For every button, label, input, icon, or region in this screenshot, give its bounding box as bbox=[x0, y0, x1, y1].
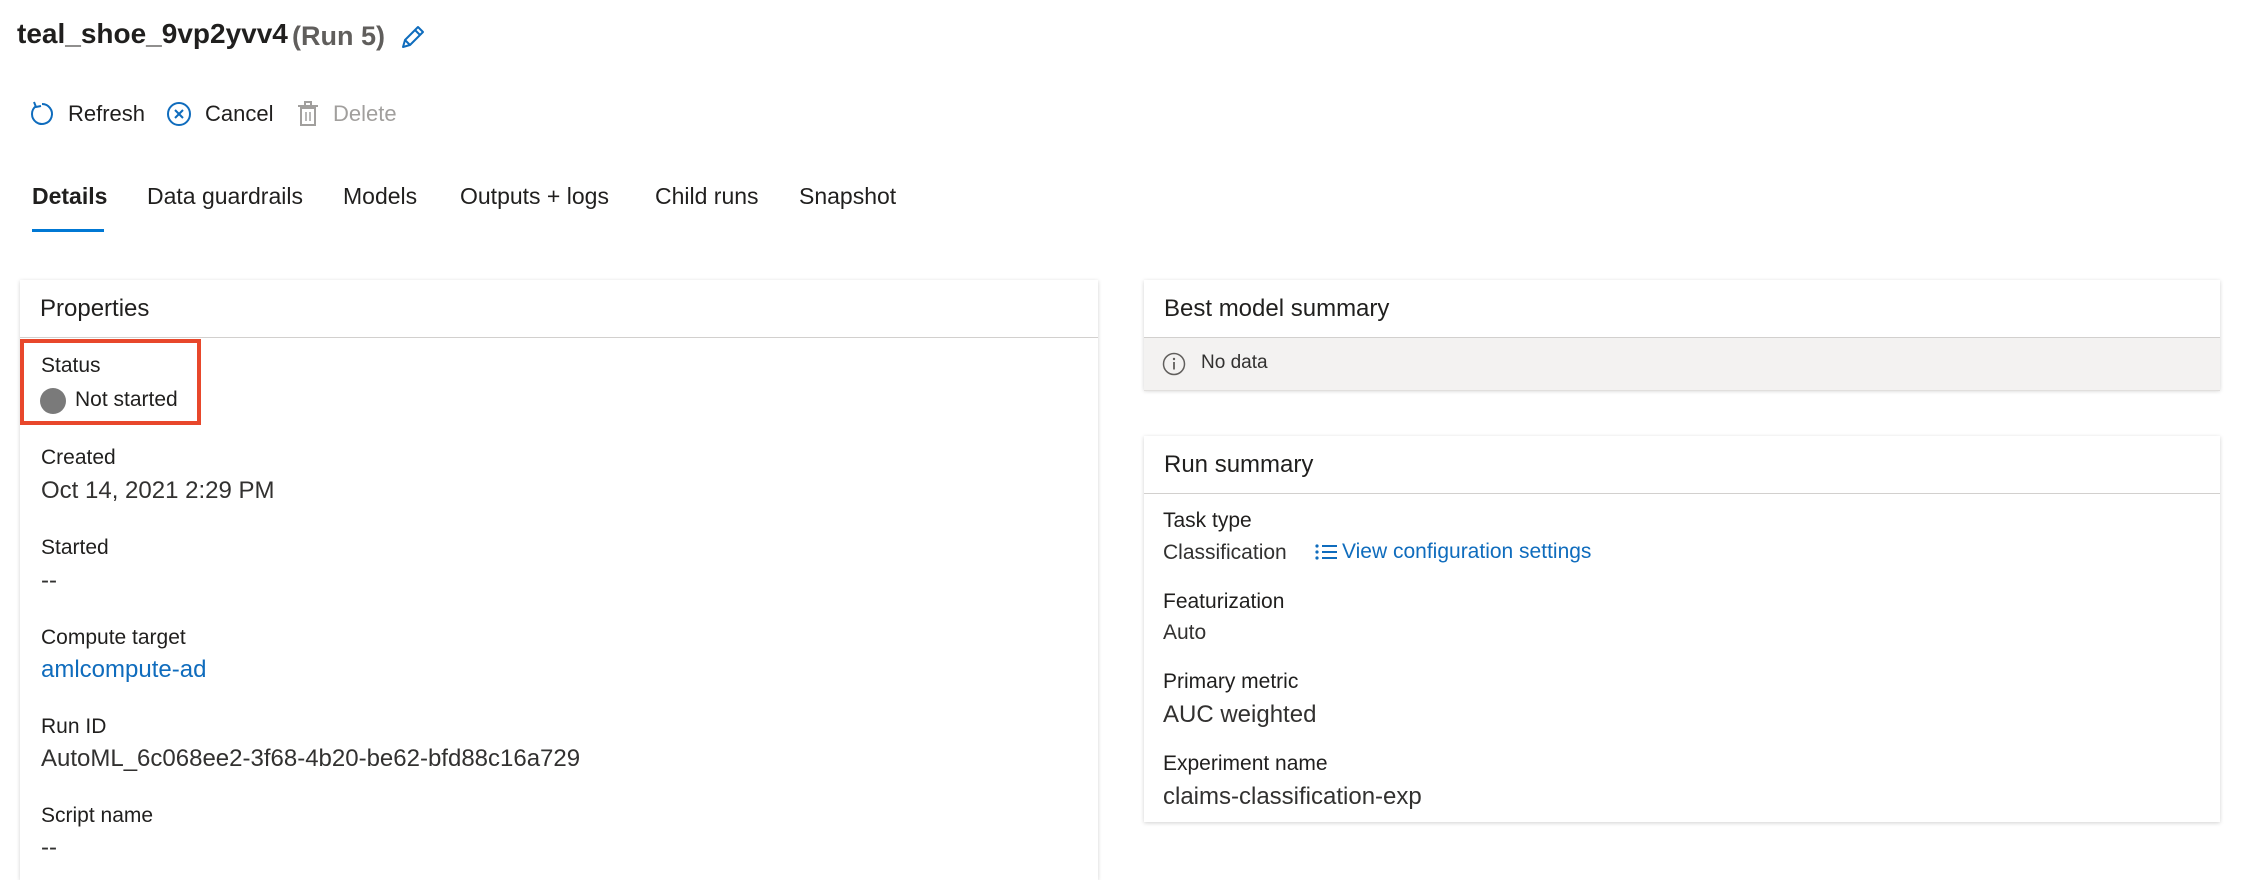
properties-header: Properties bbox=[20, 280, 1098, 338]
tab-models[interactable]: Models bbox=[343, 183, 417, 210]
run-summary-title: Run summary bbox=[1164, 451, 1314, 478]
cancel-icon bbox=[167, 102, 191, 126]
created-value: Oct 14, 2021 2:29 PM bbox=[41, 477, 275, 504]
no-data-message-bar: No data bbox=[1144, 338, 2220, 391]
list-settings-icon bbox=[1315, 544, 1337, 560]
script-name-label: Script name bbox=[41, 804, 154, 827]
info-icon bbox=[1162, 352, 1186, 376]
page-title: teal_shoe_9vp2yvv4 bbox=[17, 18, 288, 49]
refresh-button[interactable]: Refresh bbox=[28, 96, 145, 132]
refresh-label: Refresh bbox=[68, 101, 146, 126]
refresh-icon bbox=[31, 101, 53, 125]
properties-title: Properties bbox=[40, 295, 150, 322]
best-model-title: Best model summary bbox=[1164, 295, 1390, 322]
run-id-value: AutoML_6c068ee2-3f68-4b20-be62-bfd88c16a… bbox=[41, 745, 581, 772]
experiment-name-label: Experiment name bbox=[1163, 752, 1328, 775]
run-number-label: (Run 5) bbox=[292, 21, 385, 51]
no-data-text: No data bbox=[1201, 352, 1268, 373]
cancel-label: Cancel bbox=[205, 101, 274, 126]
status-not-started-icon bbox=[40, 388, 66, 414]
delete-button[interactable]: Delete bbox=[295, 96, 397, 132]
experiment-name-value: claims-classification-exp bbox=[1163, 783, 1422, 810]
task-type-label: Task type bbox=[1163, 509, 1252, 532]
view-configuration-settings-link[interactable]: View configuration settings bbox=[1314, 540, 1591, 564]
edit-pencil-icon[interactable] bbox=[398, 22, 428, 52]
featurization-value: Auto bbox=[1163, 621, 1207, 644]
started-label: Started bbox=[41, 536, 109, 559]
started-value: -- bbox=[41, 567, 57, 594]
delete-label: Delete bbox=[333, 101, 397, 126]
tab-outputs-logs[interactable]: Outputs + logs bbox=[460, 183, 609, 210]
featurization-label: Featurization bbox=[1163, 590, 1285, 613]
tab-child-runs[interactable]: Child runs bbox=[655, 183, 759, 210]
task-type-value: Classification bbox=[1163, 541, 1287, 564]
tab-data-guardrails[interactable]: Data guardrails bbox=[147, 183, 303, 210]
compute-target-link[interactable]: amlcompute-ad bbox=[41, 656, 206, 684]
tab-snapshot[interactable]: Snapshot bbox=[799, 183, 896, 210]
compute-target-label: Compute target bbox=[41, 626, 186, 649]
tab-details[interactable]: Details bbox=[32, 183, 107, 210]
cancel-button[interactable]: Cancel bbox=[165, 96, 273, 132]
status-label: Status bbox=[41, 354, 101, 377]
primary-metric-label: Primary metric bbox=[1163, 670, 1299, 693]
run-id-label: Run ID bbox=[41, 715, 107, 738]
script-name-value: -- bbox=[41, 834, 57, 861]
primary-metric-value: AUC weighted bbox=[1163, 701, 1317, 728]
view-configuration-settings-label: View configuration settings bbox=[1342, 540, 1592, 563]
run-summary-header: Run summary bbox=[1144, 436, 2220, 494]
created-label: Created bbox=[41, 446, 116, 469]
status-value: Not started bbox=[75, 388, 178, 411]
best-model-header: Best model summary bbox=[1144, 280, 2220, 338]
active-tab-indicator bbox=[32, 229, 104, 232]
trash-icon bbox=[298, 101, 318, 126]
